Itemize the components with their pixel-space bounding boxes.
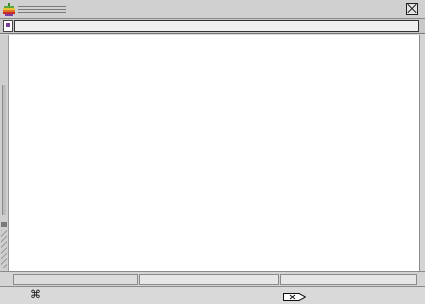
- title-stripes: [18, 6, 66, 15]
- gutter-grip[interactable]: [1, 222, 7, 227]
- scroll-segment[interactable]: [13, 274, 138, 285]
- toolbar: [0, 19, 425, 34]
- title-bar[interactable]: [0, 0, 425, 19]
- command-key-icon[interactable]: ⌘: [30, 288, 41, 302]
- apple-rainbow-icon[interactable]: [3, 3, 15, 16]
- close-box-icon[interactable]: [406, 3, 418, 15]
- tag-arrow-icon[interactable]: [283, 293, 306, 301]
- status-bar: [0, 287, 425, 304]
- horizontal-scroll-strip[interactable]: [0, 271, 425, 287]
- gutter-hatch: [1, 230, 7, 268]
- scroll-segment[interactable]: [280, 274, 417, 285]
- scroll-segment[interactable]: [139, 274, 279, 285]
- right-edge: [419, 35, 425, 271]
- left-gutter[interactable]: [0, 35, 9, 271]
- toolbar-field[interactable]: [14, 20, 419, 32]
- gutter-track[interactable]: [2, 85, 6, 215]
- content-area[interactable]: [9, 35, 419, 271]
- document-icon[interactable]: [3, 20, 13, 32]
